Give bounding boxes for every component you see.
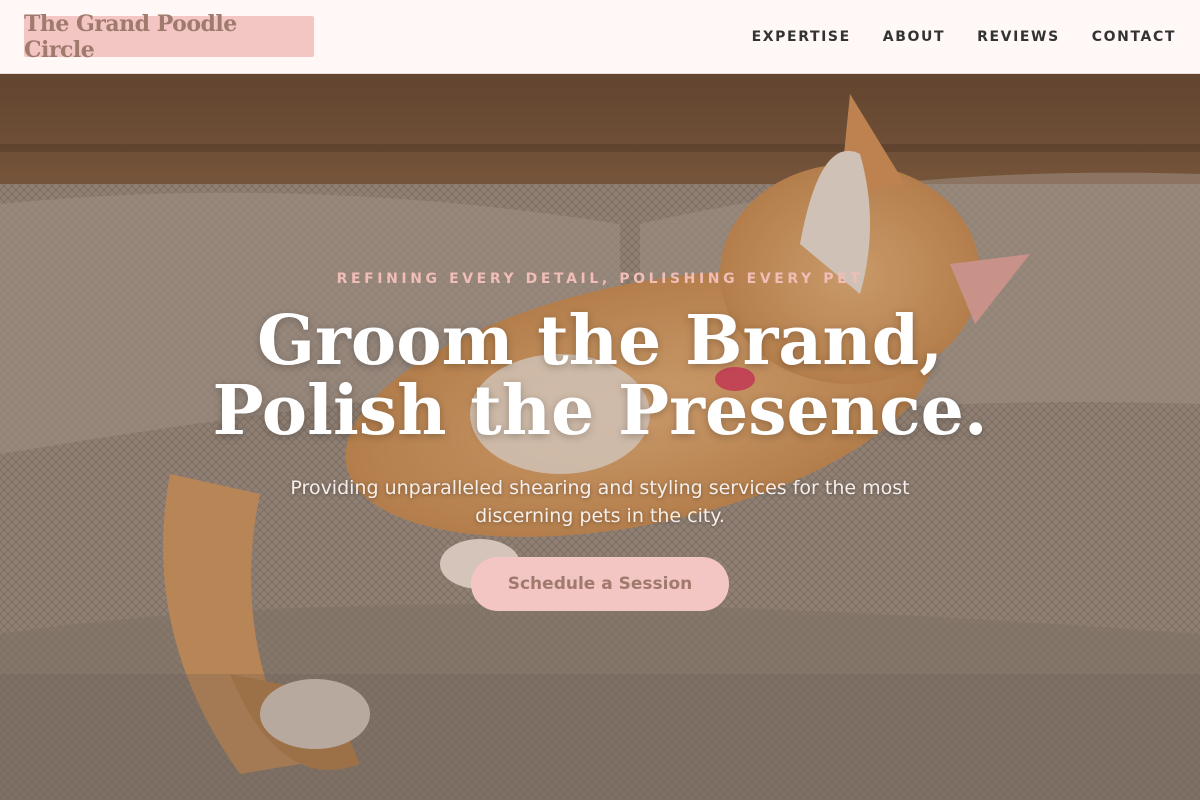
hero-eyebrow: REFINING EVERY DETAIL, POLISHING EVERY P… xyxy=(336,271,864,287)
schedule-session-button[interactable]: Schedule a Session xyxy=(471,557,729,611)
hero-headline: Groom the Brand, Polish the Presence. xyxy=(0,306,1200,446)
hero-headline-line-2: Polish the Presence. xyxy=(212,371,988,451)
top-navbar: The Grand Poodle Circle EXPERTISE ABOUT … xyxy=(0,0,1200,74)
hero-subtitle: Providing unparalleled shearing and styl… xyxy=(290,477,910,527)
nav-links: EXPERTISE ABOUT REVIEWS CONTACT xyxy=(720,29,1176,45)
nav-link-reviews[interactable]: REVIEWS xyxy=(977,29,1060,45)
hero-section: REFINING EVERY DETAIL, POLISHING EVERY P… xyxy=(0,74,1200,800)
brand-logo[interactable]: The Grand Poodle Circle xyxy=(24,11,314,63)
hero-headline-line-1: Groom the Brand, xyxy=(256,301,944,381)
nav-link-contact[interactable]: CONTACT xyxy=(1092,29,1176,45)
nav-link-about[interactable]: ABOUT xyxy=(883,29,945,45)
nav-link-expertise[interactable]: EXPERTISE xyxy=(752,29,851,45)
hero-content: REFINING EVERY DETAIL, POLISHING EVERY P… xyxy=(0,74,1200,800)
